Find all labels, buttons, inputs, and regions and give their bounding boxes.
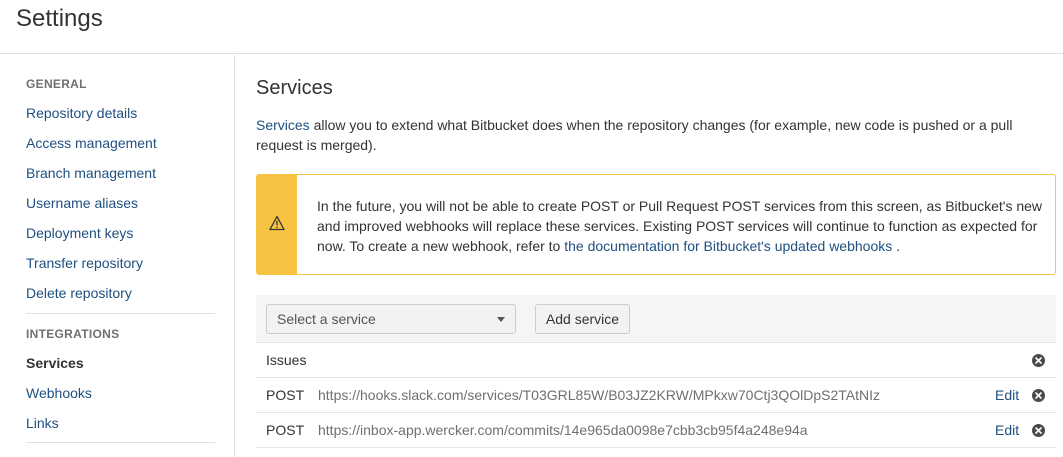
warning-text-end: . [892, 238, 901, 254]
page-title: Settings [16, 5, 103, 32]
page-header: Settings [0, 0, 1063, 54]
chevron-down-icon [497, 317, 505, 322]
remove-service-icon[interactable] [1031, 388, 1046, 403]
add-service-button[interactable]: Add service [535, 304, 630, 334]
sidebar-item-delete-repository[interactable]: Delete repository [26, 285, 132, 301]
service-type: POST [266, 422, 305, 438]
sidebar-item-access-management[interactable]: Access management [26, 135, 157, 151]
edit-service-link[interactable]: Edit [995, 387, 1019, 403]
sidebar-item-transfer-repository[interactable]: Transfer repository [26, 255, 143, 271]
service-row: Issues [256, 343, 1056, 378]
webhooks-docs-link[interactable]: the documentation for Bitbucket's update… [564, 238, 892, 254]
services-docs-link[interactable]: Services [256, 117, 310, 133]
warning-icon [269, 215, 285, 231]
sidebar-divider [26, 442, 215, 443]
sidebar-item-webhooks[interactable]: Webhooks [26, 385, 92, 401]
services-intro-text: allow you to extend what Bitbucket does … [256, 117, 1013, 153]
services-intro: Services allow you to extend what Bitbuc… [256, 115, 1046, 155]
sidebar-item-services[interactable]: Services [26, 355, 84, 371]
service-url: https://hooks.slack.com/services/T03GRL8… [318, 387, 880, 403]
sidebar-item-deployment-keys[interactable]: Deployment keys [26, 225, 133, 241]
settings-sidebar: GENERAL Repository details Access manage… [0, 55, 235, 457]
service-type: Issues [266, 352, 307, 368]
sidebar-item-repository-details[interactable]: Repository details [26, 105, 137, 121]
service-url: https://inbox-app.wercker.com/commits/14… [318, 422, 808, 438]
sidebar-heading-general: GENERAL [26, 77, 87, 91]
service-row: POST https://inbox-app.wercker.com/commi… [256, 413, 1056, 448]
remove-service-icon[interactable] [1031, 423, 1046, 438]
service-type: POST [266, 387, 305, 403]
service-select[interactable]: Select a service [266, 304, 516, 334]
warning-accent-bar [257, 175, 297, 274]
warning-text: In the future, you will not be able to c… [317, 196, 1047, 256]
remove-service-icon[interactable] [1031, 353, 1046, 368]
sidebar-item-username-aliases[interactable]: Username aliases [26, 195, 138, 211]
add-service-toolbar: Select a service Add service [256, 295, 1056, 343]
sidebar-item-branch-management[interactable]: Branch management [26, 165, 156, 181]
section-title: Services [256, 77, 333, 99]
service-row: POST https://hooks.slack.com/services/T0… [256, 378, 1056, 413]
sidebar-item-links[interactable]: Links [26, 415, 59, 431]
edit-service-link[interactable]: Edit [995, 422, 1019, 438]
service-select-value: Select a service [277, 311, 376, 327]
sidebar-heading-integrations: INTEGRATIONS [26, 327, 120, 341]
sidebar-divider [26, 313, 215, 314]
warning-message: In the future, you will not be able to c… [256, 174, 1056, 275]
